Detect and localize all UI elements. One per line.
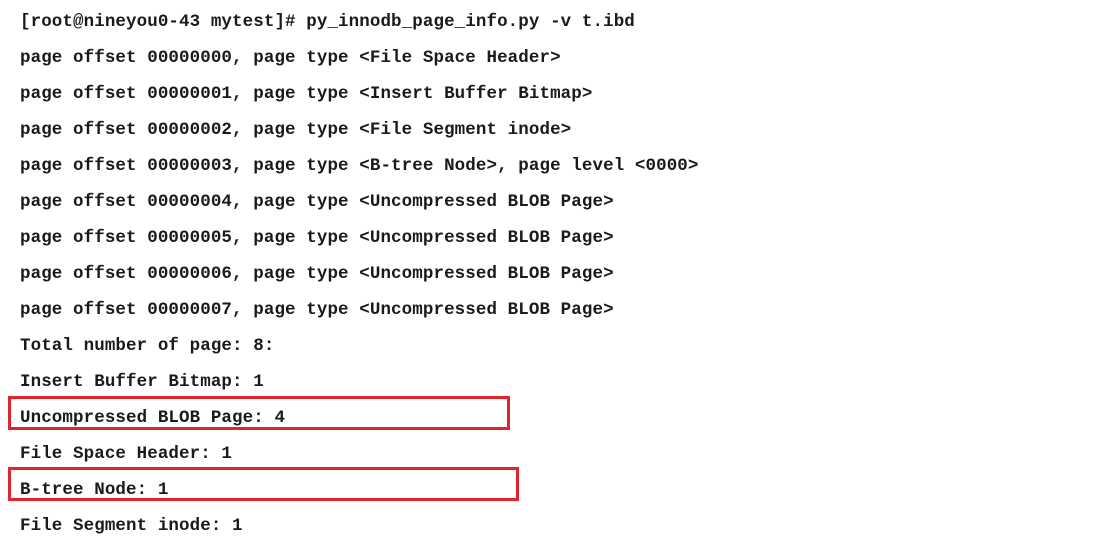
summary-line: Insert Buffer Bitmap: 1 <box>20 372 264 392</box>
highlight-box-btree-count <box>8 467 519 501</box>
page-line: page offset 00000004, page type <Uncompr… <box>20 192 614 212</box>
summary-total-line: Total number of page: 8: <box>20 336 275 356</box>
summary-line: File Segment inode: 1 <box>20 516 243 536</box>
page-line: page offset 00000002, page type <File Se… <box>20 120 572 140</box>
page-line: page offset 00000000, page type <File Sp… <box>20 48 561 68</box>
page-line: page offset 00000005, page type <Uncompr… <box>20 228 614 248</box>
page-line: page offset 00000003, page type <B-tree … <box>20 156 699 176</box>
terminal-output: [root@nineyou0-43 mytest]# py_innodb_pag… <box>0 0 1101 550</box>
page-line: page offset 00000006, page type <Uncompr… <box>20 264 614 284</box>
highlight-box-blob-count <box>8 396 510 430</box>
command-line: [root@nineyou0-43 mytest]# py_innodb_pag… <box>20 12 635 32</box>
page-line: page offset 00000001, page type <Insert … <box>20 84 593 104</box>
page-line: page offset 00000007, page type <Uncompr… <box>20 300 614 320</box>
